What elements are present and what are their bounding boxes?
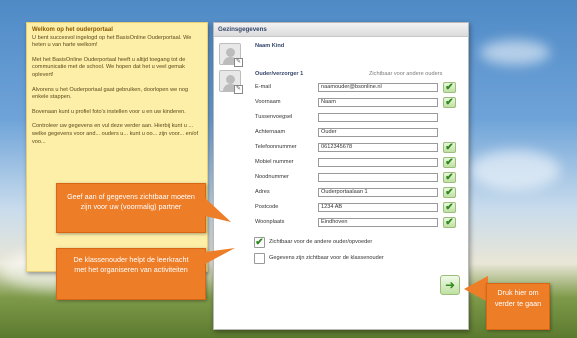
field-input[interactable]: Naam [318, 98, 438, 107]
field-input[interactable]: Ouderportaalaan 1 [318, 188, 438, 197]
field-label: Tussenvoegsel [255, 114, 293, 120]
field-label: Adres [255, 189, 270, 195]
visibility-check-icon[interactable]: ✔ [443, 142, 456, 153]
welcome-title: Welkom op het ouderportaal [32, 27, 113, 33]
partner-callout: Geef aan of gegevens zichtbaar moeten zi… [56, 183, 206, 233]
field-label: Voornaam [255, 99, 281, 105]
welcome-paragraph: Bovenaan kunt u profiel foto's instellen… [32, 108, 186, 115]
callout-arrow [205, 248, 235, 264]
field-input[interactable] [318, 173, 438, 182]
visibility-check-icon[interactable]: ✔ [443, 202, 456, 213]
panel-title: Gezinsgegevens [214, 23, 468, 37]
field-label: E-mail [255, 84, 271, 90]
child-name: Naam Kind [255, 43, 285, 49]
welcome-note: Welkom op het ouderportaal U bent succes… [26, 22, 208, 272]
field-label: Postcode [255, 204, 279, 210]
edit-pencil-icon[interactable]: ✎ [234, 85, 243, 94]
visible-to-class-parent-checkbox[interactable] [254, 253, 265, 264]
callout-arrow [464, 276, 488, 302]
field-input[interactable]: 1234 AB [318, 203, 438, 212]
arrow-right-icon: ➜ [444, 278, 456, 292]
welcome-paragraph: Met het BasisOnline Ouderportaal heeft u… [32, 56, 186, 78]
visibility-check-icon[interactable]: ✔ [443, 217, 456, 228]
field-label: Mobiel nummer [255, 159, 294, 165]
next-callout: Druk hier om verder te gaan [486, 283, 550, 330]
next-button[interactable]: ➜ [440, 275, 460, 295]
edit-pencil-icon[interactable]: ✎ [234, 58, 243, 67]
field-label: Telefoonnummer [255, 144, 297, 150]
visibility-check-icon[interactable]: ✔ [443, 97, 456, 108]
avatar-placeholder-icon [226, 75, 235, 84]
cloud [470, 150, 560, 190]
checkbox-label: Zichtbaar voor de andere ouder/opvoeder [269, 239, 373, 245]
welcome-paragraph: Controleer uw gegevens en vul deze verde… [32, 123, 199, 145]
visibility-check-icon[interactable]: ✔ [443, 157, 456, 168]
field-label: Noodnummer [255, 174, 289, 180]
cloud [480, 40, 550, 65]
visibility-heading: Zichtbaar voor andere ouders [369, 71, 443, 77]
welcome-paragraph: Alvorens u het Ouderportaal gaat gebruik… [32, 86, 189, 101]
field-label: Woonplaats [255, 219, 285, 225]
child-avatar[interactable]: ✎ [219, 43, 243, 67]
visibility-check-icon[interactable]: ✔ [443, 82, 456, 93]
class-parent-callout: De klassenouder helpt de leerkracht met … [56, 248, 206, 300]
callout-arrow [205, 198, 231, 222]
field-input[interactable] [318, 158, 438, 167]
parent-avatar[interactable]: ✎ [219, 70, 243, 94]
family-details-panel: Gezinsgegevens ✎ Naam Kind ✎ Ouder/verzo… [213, 22, 469, 330]
visibility-check-icon[interactable]: ✔ [443, 172, 456, 183]
field-input[interactable]: Ouder [318, 128, 438, 137]
welcome-paragraph: U bent succesvol ingelogd op het BasisOn… [32, 34, 192, 49]
field-input[interactable]: 0612345678 [318, 143, 438, 152]
checkbox-label: Gegevens zijn zichtbaar voor de klasseno… [269, 255, 384, 261]
field-input[interactable]: Eindhoven [318, 218, 438, 227]
visibility-check-icon[interactable]: ✔ [443, 187, 456, 198]
avatar-placeholder-icon [226, 48, 235, 57]
field-input[interactable] [318, 113, 438, 122]
field-input[interactable]: naamouder@bsonline.nl [318, 83, 438, 92]
visible-to-other-parent-checkbox[interactable]: ✔ [254, 237, 265, 248]
field-label: Achternaam [255, 129, 286, 135]
parent-heading: Ouder/verzorger 1 [255, 71, 304, 77]
